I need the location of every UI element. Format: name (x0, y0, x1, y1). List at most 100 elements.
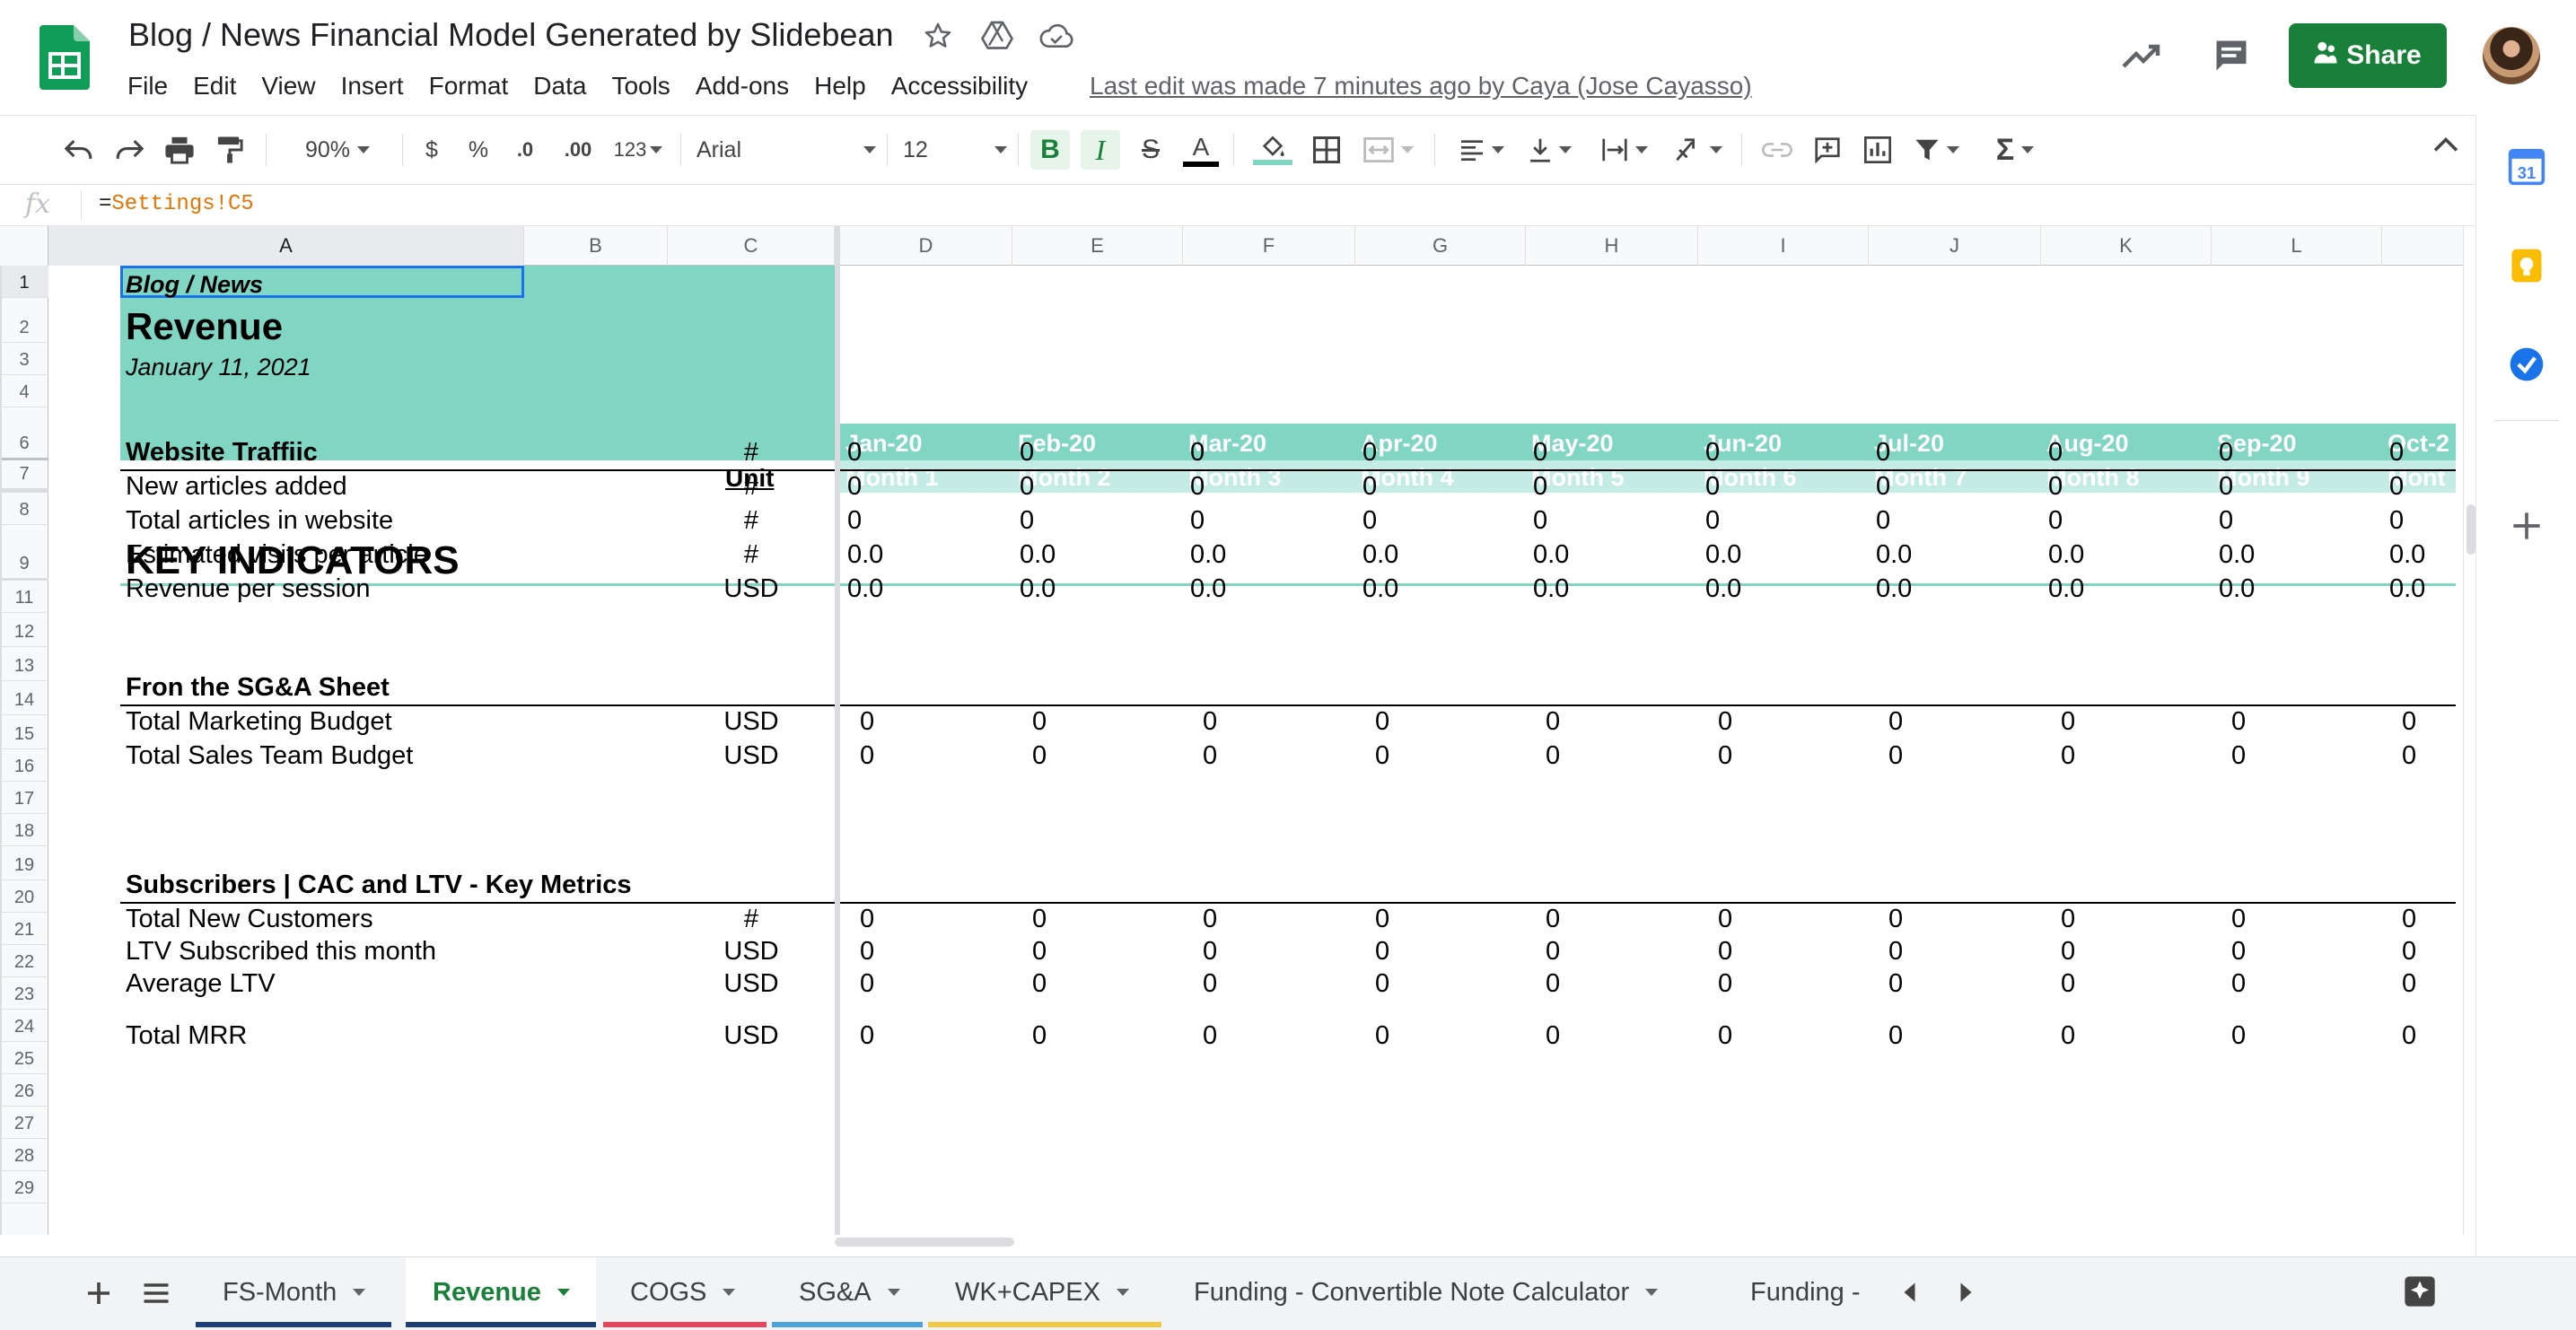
row-label[interactable]: Estimated visits per article (126, 539, 428, 570)
row-header[interactable]: 29 (0, 1171, 48, 1203)
insert-chart-icon[interactable] (1858, 130, 1897, 170)
sheets-logo-icon[interactable] (39, 25, 90, 90)
value-cell[interactable]: 0.0 (2219, 539, 2255, 570)
more-formats-select[interactable]: 123 (609, 130, 668, 170)
value-cell[interactable]: 0 (1546, 740, 1560, 771)
cell-a2-revenue[interactable]: Revenue (126, 305, 283, 348)
value-cell[interactable]: 0 (2061, 706, 2075, 737)
column-header-i[interactable]: I (1698, 226, 1869, 266)
row-header[interactable]: 22 (0, 945, 48, 977)
row-header[interactable]: 13 (0, 647, 48, 681)
value-cell[interactable]: 0.0 (1705, 573, 1741, 604)
value-cell[interactable]: 0 (2402, 740, 2416, 771)
row-header[interactable]: 7 (0, 460, 48, 493)
column-header-a[interactable]: A (48, 226, 524, 266)
column-header-c[interactable]: C (668, 226, 835, 266)
value-cell[interactable]: 0 (2402, 706, 2416, 737)
row-unit[interactable]: # (668, 505, 835, 536)
horizontal-scroll-thumb[interactable] (835, 1238, 1014, 1247)
value-cell[interactable]: 0 (1375, 740, 1389, 771)
menu-accessibility[interactable]: Accessibility (879, 68, 1040, 104)
sheet-tab[interactable]: Revenue (406, 1257, 596, 1327)
value-cell[interactable]: 0 (1888, 1020, 1903, 1051)
value-cell[interactable]: 0.0 (1362, 573, 1398, 604)
value-cell[interactable]: 0 (1546, 968, 1560, 999)
row-unit[interactable]: USD (668, 573, 835, 604)
value-cell[interactable]: 0 (2231, 1020, 2246, 1051)
value-cell[interactable]: 0 (860, 904, 874, 934)
value-cell[interactable]: 0 (2048, 471, 2063, 502)
chevron-down-icon[interactable] (887, 1289, 900, 1296)
column-header-f[interactable]: F (1183, 226, 1355, 266)
value-cell[interactable]: 0 (1705, 471, 1720, 502)
value-cell[interactable]: 0 (2219, 471, 2233, 502)
menu-tools[interactable]: Tools (599, 68, 682, 104)
select-all-corner[interactable] (0, 226, 48, 266)
value-cell[interactable]: 0.0 (1020, 573, 1056, 604)
borders-icon[interactable] (1307, 130, 1346, 170)
value-cell[interactable]: 0 (1546, 1020, 1560, 1051)
value-cell[interactable]: 0 (2061, 904, 2075, 934)
row-header[interactable]: 28 (0, 1139, 48, 1171)
menu-insert[interactable]: Insert (329, 68, 416, 104)
value-cell[interactable]: 0 (860, 740, 874, 771)
value-cell[interactable]: 0 (1375, 706, 1389, 737)
value-cell[interactable]: 0 (860, 706, 874, 737)
last-edit-link[interactable]: Last edit was made 7 minutes ago by Caya… (1090, 68, 1752, 104)
redo-icon[interactable] (110, 130, 149, 170)
row-header[interactable]: 9 (0, 525, 48, 579)
row-header[interactable]: 20 (0, 880, 48, 913)
value-cell[interactable]: 0 (1203, 904, 1217, 934)
row-unit[interactable]: # (668, 437, 835, 468)
value-cell[interactable]: 0 (1888, 904, 1903, 934)
column-header-d[interactable]: D (840, 226, 1012, 266)
row-header[interactable]: 2 (0, 298, 48, 343)
row-header[interactable]: 11 (0, 579, 48, 613)
percent-format-button[interactable]: % (463, 130, 494, 170)
activity-trend-icon[interactable] (2120, 38, 2163, 74)
user-avatar[interactable] (2483, 27, 2540, 84)
column-header-j[interactable]: J (1869, 226, 2041, 266)
chevron-down-icon[interactable] (1645, 1289, 1659, 1296)
value-cell[interactable]: 0.0 (1876, 539, 1912, 570)
add-sheet-icon[interactable] (83, 1277, 115, 1314)
row-label[interactable]: Fron the SG&A Sheet (126, 672, 390, 703)
value-cell[interactable]: 0 (1190, 471, 1205, 502)
value-cell[interactable]: 0 (1203, 740, 1217, 771)
value-cell[interactable]: 0 (1876, 505, 1890, 536)
menu-help[interactable]: Help (802, 68, 879, 104)
row-header[interactable]: 18 (0, 814, 48, 846)
sheet-tab[interactable]: Funding - Convertible Note Calculator (1167, 1257, 1714, 1327)
value-cell[interactable]: 0 (2048, 505, 2063, 536)
value-cell[interactable]: 0 (2219, 437, 2233, 468)
row-label[interactable]: New articles added (126, 471, 347, 502)
value-cell[interactable]: 0 (1032, 1020, 1047, 1051)
row-label[interactable]: Total articles in website (126, 505, 393, 536)
value-cell[interactable]: 0 (1190, 437, 1205, 468)
row-header[interactable]: 6 (0, 407, 48, 460)
value-cell[interactable]: 0 (1032, 706, 1047, 737)
value-cell[interactable]: 0 (1375, 904, 1389, 934)
value-cell[interactable]: 0 (1705, 505, 1720, 536)
value-cell[interactable]: 0.0 (1876, 573, 1912, 604)
row-header[interactable]: 27 (0, 1107, 48, 1139)
value-cell[interactable]: 0 (1718, 904, 1732, 934)
value-cell[interactable]: 0 (1032, 740, 1047, 771)
value-cell[interactable]: 0.0 (2389, 539, 2425, 570)
value-cell[interactable]: 0 (2389, 437, 2404, 468)
value-cell[interactable]: 0 (1362, 471, 1377, 502)
value-cell[interactable]: 0.0 (847, 573, 883, 604)
strikethrough-button[interactable]: S (1131, 130, 1170, 170)
vertical-align-icon[interactable] (1524, 130, 1576, 170)
value-cell[interactable]: 0 (1546, 706, 1560, 737)
row-unit[interactable]: # (668, 539, 835, 570)
value-cell[interactable]: 0 (1032, 904, 1047, 934)
value-cell[interactable]: 0 (1203, 1020, 1217, 1051)
tasks-icon[interactable] (2507, 345, 2546, 384)
chevron-down-icon[interactable] (723, 1289, 736, 1296)
value-cell[interactable]: 0 (2402, 1020, 2416, 1051)
bold-button[interactable]: B (1030, 130, 1070, 170)
add-addon-icon[interactable] (2507, 506, 2546, 546)
value-cell[interactable]: 0 (1705, 437, 1720, 468)
scroll-tabs-right-icon[interactable] (1951, 1279, 1978, 1310)
